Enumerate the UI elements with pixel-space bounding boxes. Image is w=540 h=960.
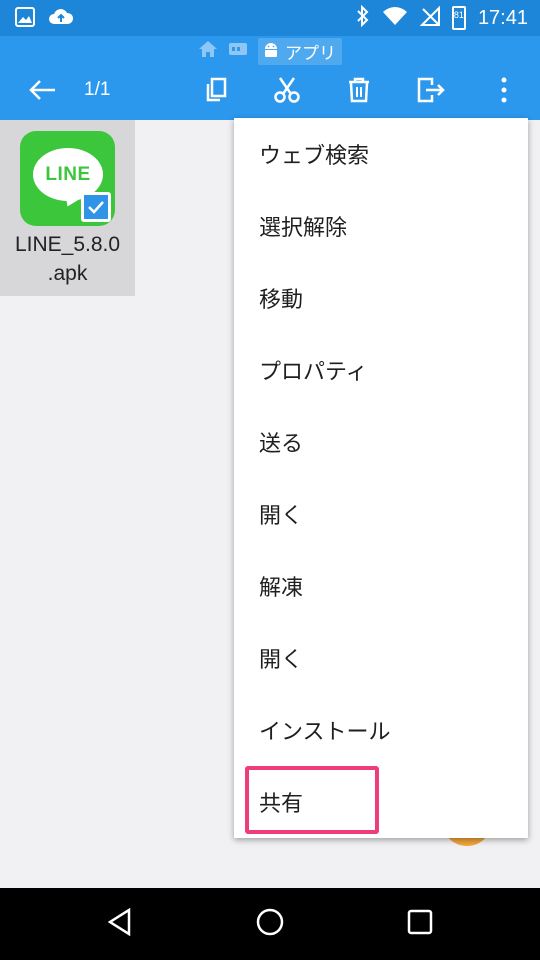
move-button[interactable]: [411, 72, 451, 112]
copy-button[interactable]: [196, 72, 236, 112]
menu-item-send[interactable]: 送る: [234, 406, 528, 478]
menu-item-properties[interactable]: プロパティ: [234, 334, 528, 406]
status-time: 17:41: [477, 6, 528, 29]
menu-item-open[interactable]: 開く: [234, 478, 528, 550]
share-highlight-box: [245, 766, 379, 834]
file-item[interactable]: LINE LINE_5.8.0 .apk: [0, 120, 135, 296]
menu-item-move[interactable]: 移動: [234, 262, 528, 334]
nav-recents-button[interactable]: [398, 902, 442, 946]
battery-icon: 81: [451, 6, 466, 30]
app-bar: アプリ 1/1: [0, 36, 540, 120]
wifi-icon: [382, 6, 408, 30]
toolbar: 1/1: [0, 66, 540, 118]
cut-icon: [273, 76, 301, 108]
selection-count: 1/1: [84, 79, 111, 100]
menu-item-deselect[interactable]: 選択解除: [234, 190, 528, 262]
menu-item-install[interactable]: インストール: [234, 694, 528, 766]
nav-home-button[interactable]: [248, 902, 292, 946]
delete-icon: [347, 77, 371, 107]
breadcrumb: アプリ: [0, 37, 540, 65]
file-name-line1: LINE_5.8.0: [14, 233, 121, 256]
image-icon: [14, 6, 36, 32]
menu-item-web-search[interactable]: ウェブ検索: [234, 118, 528, 190]
breadcrumb-folder-label: アプリ: [285, 43, 336, 64]
menu-item-open-2[interactable]: 開く: [234, 622, 528, 694]
breadcrumb-current[interactable]: アプリ: [258, 37, 342, 65]
line-logo-text: LINE: [45, 164, 91, 185]
no-signal-icon: [419, 5, 440, 30]
recents-square-icon: [407, 909, 433, 939]
cloud-upload-icon: [48, 6, 74, 32]
file-name-line2: .apk: [47, 262, 88, 285]
battery-level-text: 81: [453, 10, 464, 20]
line-app-icon: LINE: [20, 131, 115, 226]
home-icon[interactable]: [198, 40, 218, 62]
copy-icon: [204, 77, 228, 107]
back-arrow-icon: [28, 78, 56, 106]
more-vert-icon: [500, 76, 508, 108]
cut-button[interactable]: [267, 72, 307, 112]
file-name: LINE_5.8.0 .apk: [0, 230, 135, 288]
menu-item-extract[interactable]: 解凍: [234, 550, 528, 622]
back-button[interactable]: [22, 72, 62, 112]
selected-check-icon[interactable]: [81, 192, 111, 222]
delete-button[interactable]: [339, 72, 379, 112]
bluetooth-icon: [356, 4, 370, 31]
nav-back-button[interactable]: [98, 902, 142, 946]
more-options-button[interactable]: [484, 72, 524, 112]
back-triangle-icon: [107, 907, 133, 940]
move-icon: [417, 77, 445, 107]
storage-icon[interactable]: [228, 41, 248, 61]
navigation-bar: [0, 888, 540, 960]
home-circle-icon: [255, 907, 285, 941]
android-icon: [262, 40, 280, 62]
status-bar: 81 17:41: [0, 0, 540, 36]
context-menu: ウェブ検索 選択解除 移動 プロパティ 送る 開く 解凍 開く インストール 共…: [234, 118, 528, 838]
